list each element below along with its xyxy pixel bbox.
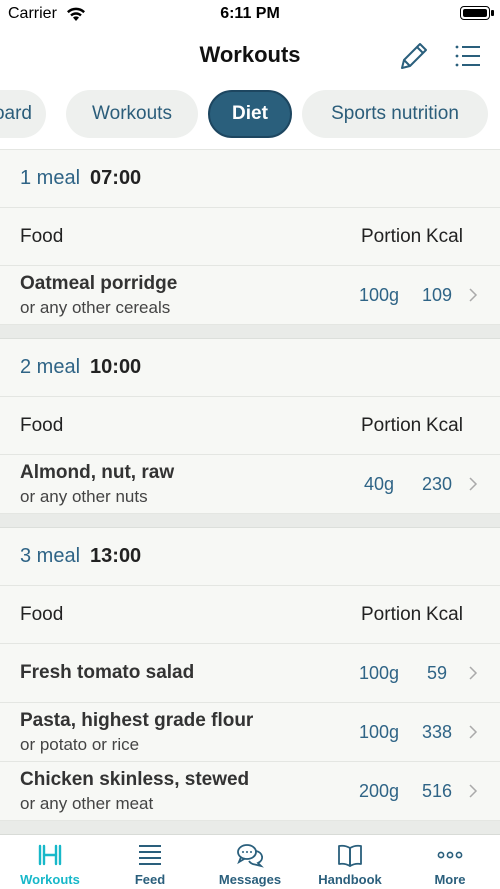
food-kcal: 338	[421, 722, 453, 742]
tabbar-item-workouts[interactable]: Workouts	[0, 835, 100, 889]
tab-diet[interactable]: Diet	[208, 90, 292, 138]
tab-sports-nutrition[interactable]: Sports nutrition	[302, 90, 488, 138]
food-portion: 100g	[358, 722, 400, 742]
food-kcal: 59	[426, 663, 448, 683]
food-column-header: Food	[20, 604, 64, 625]
food-alternative: or any other nuts	[20, 487, 148, 506]
meal-header: 1 meal 07:00	[0, 150, 500, 208]
food-column-header: Food	[20, 226, 64, 247]
battery-icon	[460, 6, 494, 20]
food-name: Almond, nut, raw	[20, 462, 175, 483]
tabbar-label: Handbook	[318, 872, 382, 887]
meal-header: 2 meal 10:00	[0, 339, 500, 397]
food-row[interactable]: Fresh tomato salad 100g 59	[0, 644, 500, 703]
navigation-bar: Workouts	[0, 30, 500, 82]
tabbar-label: Messages	[218, 872, 282, 887]
clock: 6:11 PM	[220, 5, 280, 22]
meal-time: 07:00	[90, 167, 142, 189]
food-kcal: 230	[421, 474, 453, 494]
diet-plan-list: 1 meal 07:00 Food Portion Kcal Oatmeal p…	[0, 150, 500, 834]
list-view-button[interactable]	[450, 38, 486, 74]
column-header: Food Portion Kcal	[0, 586, 500, 644]
chat-bubbles-icon	[237, 844, 264, 868]
tabbar-item-feed[interactable]: Feed	[100, 835, 200, 889]
chevron-right-icon	[469, 725, 478, 739]
meal-header: 3 meal 13:00	[0, 528, 500, 586]
tabbar-label: Workouts	[20, 872, 80, 887]
meal-number: 3 meal	[20, 545, 81, 567]
tab-workouts[interactable]: Workouts	[66, 90, 198, 138]
meal-section: 1 meal 07:00 Food Portion Kcal Oatmeal p…	[0, 150, 500, 325]
food-row[interactable]: Almond, nut, raw or any other nuts 40g 2…	[0, 455, 500, 514]
column-header: Food Portion Kcal	[0, 397, 500, 455]
food-kcal: 109	[421, 285, 453, 305]
more-dots-icon	[437, 851, 463, 859]
food-name: Oatmeal porridge	[20, 273, 178, 294]
kcal-column-header: Kcal	[426, 415, 463, 436]
food-portion: 200g	[358, 781, 400, 801]
chevron-right-icon	[469, 288, 478, 302]
tab-dashboard[interactable]: Dashboard	[0, 90, 46, 138]
kcal-column-header: Kcal	[426, 604, 463, 625]
chevron-right-icon	[469, 666, 478, 680]
food-portion: 100g	[358, 663, 400, 683]
food-alternative: or any other meat	[20, 794, 154, 813]
tabbar-item-messages[interactable]: Messages	[200, 835, 300, 889]
portion-column-header: Portion	[361, 226, 422, 247]
list-icon	[455, 45, 480, 67]
portion-column-header: Portion	[361, 415, 422, 436]
food-row[interactable]: Oatmeal porridge or any other cereals 10…	[0, 266, 500, 325]
pencil-icon	[401, 43, 427, 69]
section-divider	[0, 325, 500, 339]
chevron-right-icon	[469, 784, 478, 798]
tabbar-item-handbook[interactable]: Handbook	[300, 835, 400, 889]
meal-number: 2 meal	[20, 356, 81, 378]
book-icon	[338, 844, 362, 867]
meal-section: 3 meal 13:00 Food Portion Kcal Fresh tom…	[0, 528, 500, 821]
kcal-column-header: Kcal	[426, 226, 463, 247]
feed-lines-icon	[139, 845, 161, 865]
column-header: Food Portion Kcal	[0, 208, 500, 266]
category-tabs: Dashboard Workouts Diet Sports nutrition	[0, 82, 500, 150]
food-portion: 100g	[358, 285, 400, 305]
food-portion: 40g	[363, 474, 395, 494]
food-row[interactable]: Chicken skinless, stewed or any other me…	[0, 762, 500, 821]
food-kcal: 516	[421, 781, 453, 801]
meal-time: 10:00	[90, 356, 142, 378]
food-column-header: Food	[20, 415, 64, 436]
food-name: Chicken skinless, stewed	[20, 769, 250, 790]
tabbar-label: More	[434, 872, 466, 887]
meal-number: 1 meal	[20, 167, 81, 189]
status-bar: Carrier 6:11 PM	[0, 0, 500, 30]
bottom-tab-bar: Workouts Feed Messages Handbook More	[0, 834, 500, 889]
tabbar-label: Feed	[134, 872, 166, 887]
chevron-right-icon	[469, 477, 478, 491]
food-alternative: or potato or rice	[20, 735, 140, 754]
dumbbell-icon	[38, 844, 62, 866]
meal-time: 13:00	[90, 545, 142, 567]
section-divider	[0, 514, 500, 528]
food-alternative: or any other cereals	[20, 298, 171, 317]
food-row[interactable]: Pasta, highest grade flour or potato or …	[0, 703, 500, 762]
tabbar-item-more[interactable]: More	[400, 835, 500, 889]
food-name: Pasta, highest grade flour	[20, 710, 254, 731]
food-name: Fresh tomato salad	[20, 662, 195, 683]
section-divider	[0, 821, 500, 834]
meal-section: 2 meal 10:00 Food Portion Kcal Almond, n…	[0, 339, 500, 514]
edit-button[interactable]	[396, 38, 432, 74]
portion-column-header: Portion	[361, 604, 422, 625]
